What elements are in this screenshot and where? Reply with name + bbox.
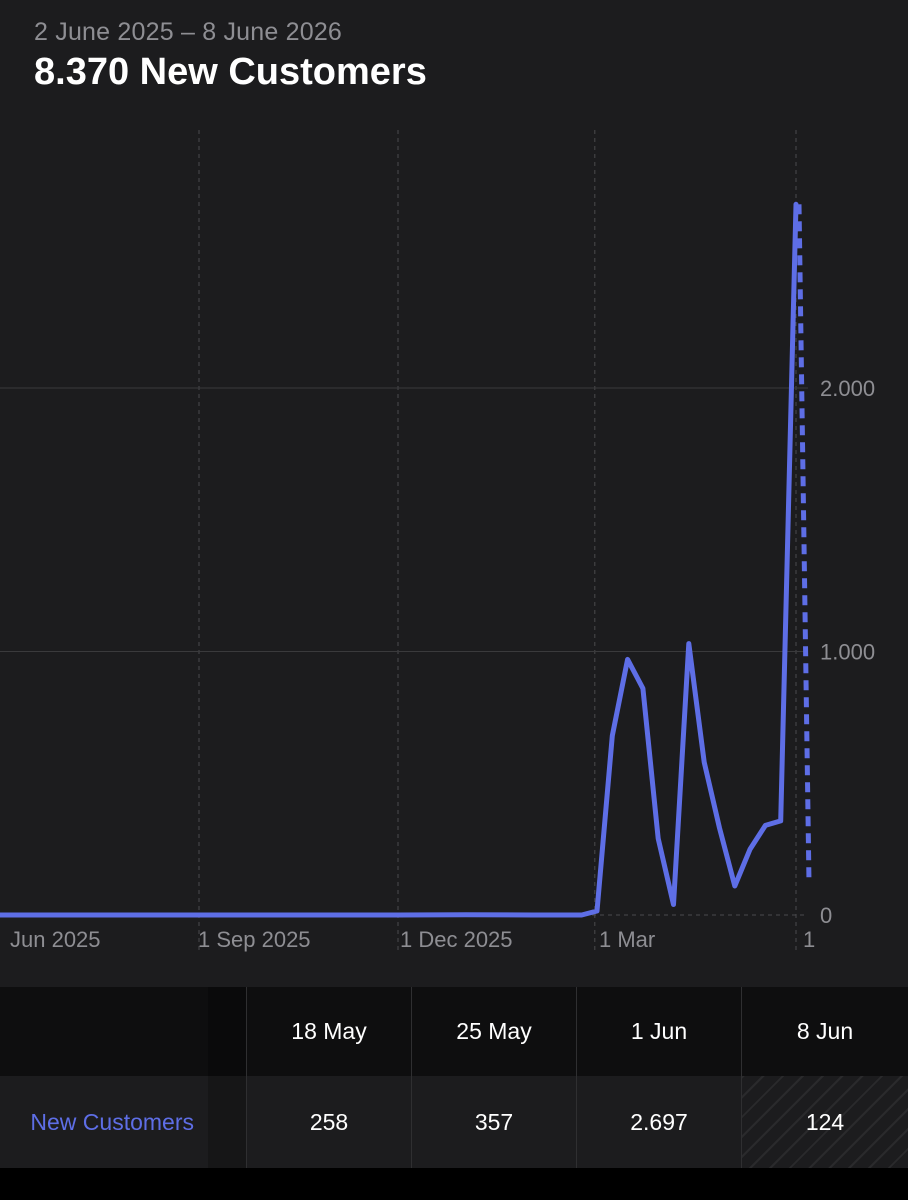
bottom-bar <box>0 1168 908 1200</box>
data-table: 18 May 25 May 1 Jun 8 Jun New Customers … <box>0 987 908 1168</box>
header: 2 June 2025 – 8 June 2026 8.370 New Cust… <box>34 18 427 94</box>
row-label: New Customers <box>30 1109 194 1135</box>
column-header: 18 May <box>291 1018 367 1044</box>
y-axis-ticks: 2.000 1.000 0 <box>820 376 875 928</box>
table-cell-partial-week: 124 <box>742 1076 908 1168</box>
table-row: New Customers 258 357 2.697 124 <box>0 1076 908 1168</box>
table-cell: 357 <box>474 1108 514 1135</box>
series-lines <box>0 201 812 918</box>
y-tick-label: 1.000 <box>820 640 875 665</box>
date-range: 2 June 2025 – 8 June 2026 <box>34 18 343 46</box>
y-tick-label: 2.000 <box>820 376 875 401</box>
x-axis-ticks: Jun 2025 1 Sep 2025 1 Dec 2025 1 Mar 1 <box>10 927 815 952</box>
x-tick-label: 1 Dec 2025 <box>400 927 513 952</box>
column-header: 1 Jun <box>630 1018 688 1044</box>
x-tick-label: 1 <box>803 927 815 952</box>
x-tick-label: 1 Sep 2025 <box>198 927 311 952</box>
line-chart: Jun 2025 1 Sep 2025 1 Dec 2025 1 Mar 1 2.000… <box>0 130 875 952</box>
y-tick-label: 0 <box>820 903 832 928</box>
projection-line <box>796 204 812 883</box>
x-tick-label: 1 Mar <box>599 927 655 952</box>
series-line <box>0 201 799 918</box>
table-cell: 2.697 <box>630 1108 688 1135</box>
table-corner <box>0 987 208 1076</box>
vertical-gridlines <box>198 130 797 952</box>
table-header-row: 18 May 25 May 1 Jun 8 Jun <box>0 987 908 1076</box>
column-header: 8 Jun <box>796 1018 854 1044</box>
x-tick-label: Jun 2025 <box>10 927 101 952</box>
column-header: 25 May <box>456 1018 532 1044</box>
headline-total: 8.370 New Customers <box>34 51 427 93</box>
table-cell: 258 <box>309 1108 349 1135</box>
